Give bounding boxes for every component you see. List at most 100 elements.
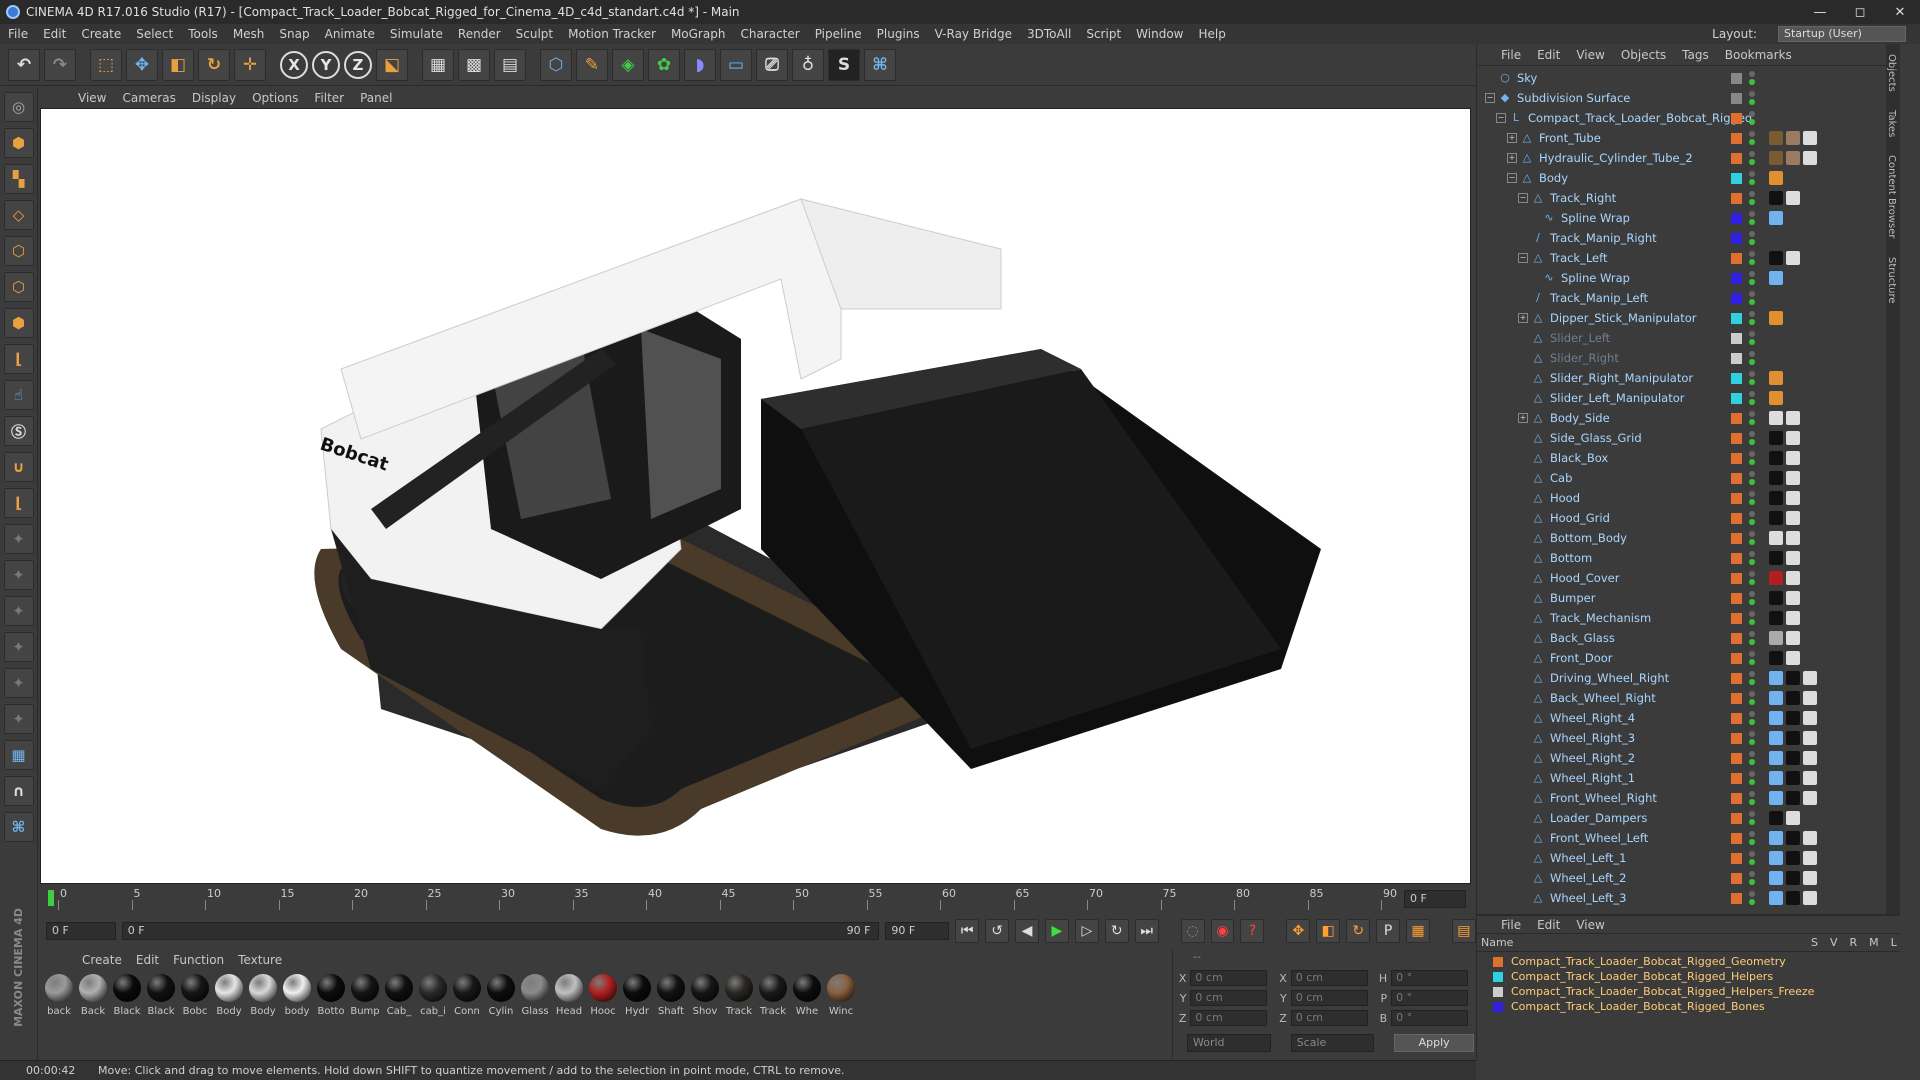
material-tag-icon[interactable] xyxy=(1803,891,1817,905)
record-active-icon[interactable]: ◉ xyxy=(1210,919,1235,943)
sculpt-tool-4-icon[interactable]: ✦ xyxy=(3,632,34,662)
coord-value-field[interactable]: 0 cm xyxy=(1290,970,1368,986)
render-visibility-icon[interactable] xyxy=(1749,519,1755,525)
menu-character[interactable]: Character xyxy=(740,27,799,41)
expand-icon[interactable]: + xyxy=(1518,313,1528,323)
material-tag-icon[interactable] xyxy=(1786,491,1800,505)
editor-visibility-icon[interactable] xyxy=(1749,531,1755,537)
menu-animate[interactable]: Animate xyxy=(325,27,375,41)
layer-color-icon[interactable] xyxy=(1731,733,1742,744)
render-visibility-icon[interactable] xyxy=(1749,179,1755,185)
layer-row[interactable]: Compact_Track_Loader_Bobcat_Rigged_Bones xyxy=(1477,999,1900,1014)
layer-color-icon[interactable] xyxy=(1731,453,1742,464)
menu-script[interactable]: Script xyxy=(1086,27,1121,41)
material-tag-icon[interactable] xyxy=(1769,871,1783,885)
object-row[interactable]: △ Wheel_Right_4 xyxy=(1477,708,1900,728)
go-to-end-icon[interactable]: ⏭ xyxy=(1134,919,1159,943)
material-tag-icon[interactable] xyxy=(1786,711,1800,725)
rotate-tool-icon[interactable]: ↻ xyxy=(198,48,230,81)
material-menu-function[interactable]: Function xyxy=(173,953,224,967)
material-swatch[interactable]: Hooc xyxy=(586,970,620,1050)
material-tag-icon[interactable] xyxy=(1769,531,1783,545)
material-tag-icon[interactable] xyxy=(1786,431,1800,445)
editor-visibility-icon[interactable] xyxy=(1749,351,1755,357)
camera-icon[interactable]: ⎚ xyxy=(756,48,788,81)
material-tag-icon[interactable] xyxy=(1769,611,1783,625)
material-tag-icon[interactable] xyxy=(1786,131,1800,145)
magnet-icon[interactable]: ∪ xyxy=(3,452,34,482)
material-tag-icon[interactable] xyxy=(1803,691,1817,705)
material-tag-icon[interactable] xyxy=(1786,651,1800,665)
render-visibility-icon[interactable] xyxy=(1749,159,1755,165)
object-row[interactable]: − L Compact_Track_Loader_Bobcat_Rigged xyxy=(1477,108,1900,128)
editor-visibility-icon[interactable] xyxy=(1749,251,1755,257)
material-tag-icon[interactable] xyxy=(1803,711,1817,725)
layer-color-icon[interactable] xyxy=(1731,673,1742,684)
editor-visibility-icon[interactable] xyxy=(1749,371,1755,377)
menu-create[interactable]: Create xyxy=(81,27,121,41)
sculpt-tool-1-icon[interactable]: ✦ xyxy=(3,524,34,554)
menu-render[interactable]: Render xyxy=(458,27,501,41)
material-tag-icon[interactable] xyxy=(1786,611,1800,625)
object-row[interactable]: △ Bumper xyxy=(1477,588,1900,608)
object-row[interactable]: △ Cab xyxy=(1477,468,1900,488)
material-tag-icon[interactable] xyxy=(1803,151,1817,165)
material-tag-icon[interactable] xyxy=(1769,211,1783,225)
editor-visibility-icon[interactable] xyxy=(1749,671,1755,677)
polygons-mode-icon[interactable]: ⬢ xyxy=(3,308,34,338)
timeline-ruler[interactable]: 0 5 10 15 20 25 30 35 40 45 50 55 60 65 70 75 80 85 90 0 F xyxy=(44,886,1472,912)
recent-tools-icon[interactable]: ✛ xyxy=(234,48,266,81)
material-tag-icon[interactable] xyxy=(1786,251,1800,265)
render-visibility-icon[interactable] xyxy=(1749,339,1755,345)
material-tag-icon[interactable] xyxy=(1786,511,1800,525)
render-visibility-icon[interactable] xyxy=(1749,439,1755,445)
material-swatch[interactable]: Back xyxy=(76,970,110,1050)
object-row[interactable]: △ Side_Glass_Grid xyxy=(1477,428,1900,448)
object-row[interactable]: △ Slider_Right xyxy=(1477,348,1900,368)
material-tag-icon[interactable] xyxy=(1803,851,1817,865)
key-position-icon[interactable]: ✥ xyxy=(1286,919,1311,943)
timeline-window-icon[interactable]: ▤ xyxy=(1451,919,1476,943)
layer-color-icon[interactable] xyxy=(1731,413,1742,424)
render-visibility-icon[interactable] xyxy=(1749,79,1755,85)
axis-mode-icon[interactable]: ⌊ xyxy=(3,344,34,374)
material-tag-icon[interactable] xyxy=(1803,751,1817,765)
render-visibility-icon[interactable] xyxy=(1749,479,1755,485)
layer-color-icon[interactable] xyxy=(1731,553,1742,564)
object-row[interactable]: △ Front_Wheel_Left xyxy=(1477,828,1900,848)
editor-visibility-icon[interactable] xyxy=(1749,211,1755,217)
editor-visibility-icon[interactable] xyxy=(1749,571,1755,577)
render-visibility-icon[interactable] xyxy=(1749,259,1755,265)
material-tag-icon[interactable] xyxy=(1769,471,1783,485)
make-editable-icon[interactable]: ◎ xyxy=(3,92,34,122)
layer-color-icon[interactable] xyxy=(1731,173,1742,184)
object-row[interactable]: △ Wheel_Right_2 xyxy=(1477,748,1900,768)
material-tag-icon[interactable] xyxy=(1803,791,1817,805)
render-visibility-icon[interactable] xyxy=(1749,319,1755,325)
render-visibility-icon[interactable] xyxy=(1749,739,1755,745)
material-tag-icon[interactable] xyxy=(1786,751,1800,765)
frame-range-slider[interactable]: 0 F 90 F xyxy=(121,922,880,940)
coordinate-mode-select[interactable]: Scale xyxy=(1290,1034,1375,1052)
editor-visibility-icon[interactable] xyxy=(1749,851,1755,857)
editor-visibility-icon[interactable] xyxy=(1749,91,1755,97)
editor-visibility-icon[interactable] xyxy=(1749,791,1755,797)
object-row[interactable]: △ Front_Door xyxy=(1477,648,1900,668)
material-tag-icon[interactable] xyxy=(1769,451,1783,465)
object-row[interactable]: − △ Body xyxy=(1477,168,1900,188)
layer-color-icon[interactable] xyxy=(1731,693,1742,704)
object-row[interactable]: △ Wheel_Right_1 xyxy=(1477,768,1900,788)
render-visibility-icon[interactable] xyxy=(1749,879,1755,885)
menu-window[interactable]: Window xyxy=(1136,27,1183,41)
material-tag-icon[interactable] xyxy=(1786,411,1800,425)
record-disabled-icon[interactable]: ◌ xyxy=(1180,919,1205,943)
scale-tool-icon[interactable]: ◧ xyxy=(162,48,194,81)
material-tag-icon[interactable] xyxy=(1786,771,1800,785)
object-row[interactable]: △ Driving_Wheel_Right xyxy=(1477,668,1900,688)
material-swatch[interactable]: Cab_ xyxy=(382,970,416,1050)
coord-value-field[interactable]: 0 cm xyxy=(1290,990,1368,1006)
object-row[interactable]: ∕ Track_Manip_Right xyxy=(1477,228,1900,248)
layer-color-icon[interactable] xyxy=(1731,313,1742,324)
material-swatch[interactable]: Black xyxy=(110,970,144,1050)
material-tag-icon[interactable] xyxy=(1769,151,1783,165)
